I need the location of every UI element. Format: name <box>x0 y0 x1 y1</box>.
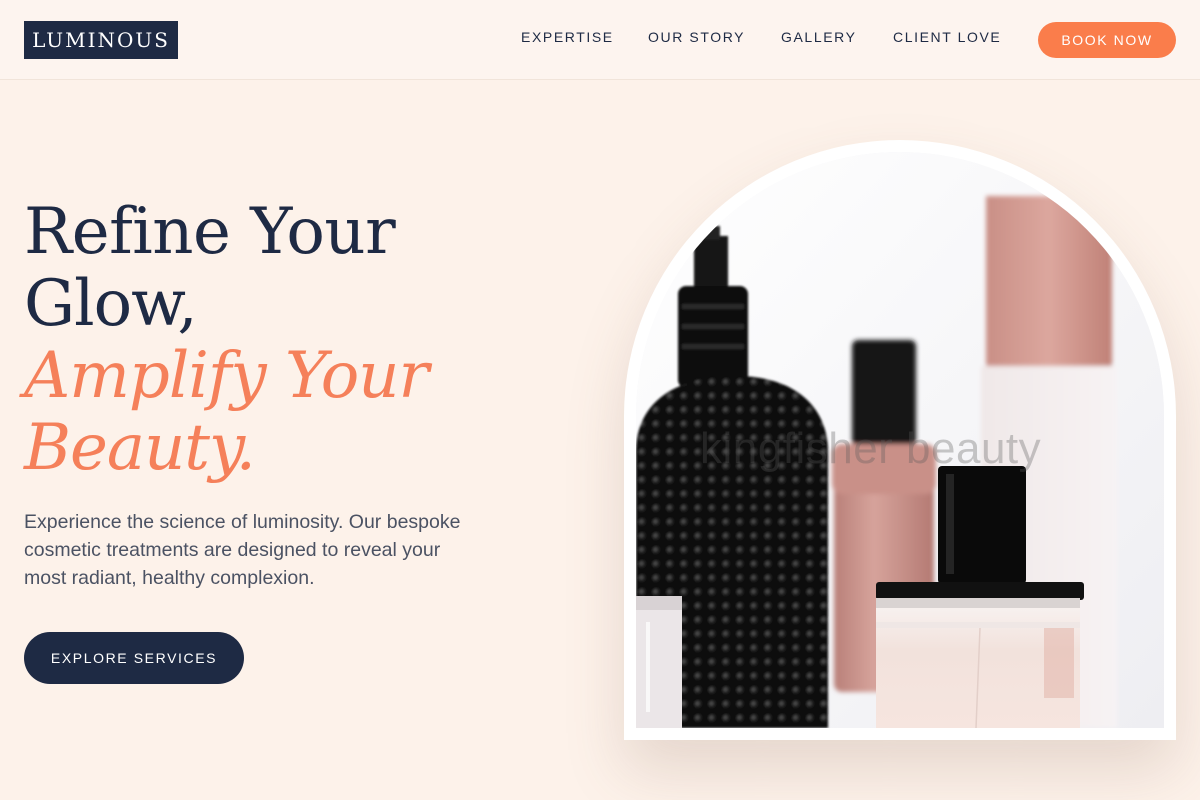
explore-services-button[interactable]: EXPLORE SERVICES <box>24 632 244 684</box>
nav-link-client-love[interactable]: CLIENT LOVE <box>893 29 1001 47</box>
nav-link-expertise[interactable]: EXPERTISE <box>521 29 614 47</box>
bottle-glass-left <box>636 596 682 728</box>
headline-line-2: Glow, <box>24 267 198 341</box>
hero-product-photo: kingfisher beauty <box>636 152 1164 728</box>
headline-accent-line-2: Beauty. <box>24 411 256 485</box>
book-now-button[interactable]: BOOK NOW <box>1038 22 1176 58</box>
hero-headline: Refine Your Glow, Amplify Your Beauty. <box>24 196 584 484</box>
nav-link-gallery[interactable]: GALLERY <box>781 29 857 47</box>
nav-link-our-story[interactable]: OUR STORY <box>648 29 745 47</box>
headline-line-1: Refine Your <box>24 195 396 269</box>
image-watermark: kingfisher beauty <box>700 424 1042 473</box>
hero-image-frame: kingfisher beauty <box>624 140 1176 740</box>
hero-description: Experience the science of luminosity. Ou… <box>24 511 461 589</box>
site-header: LUMINOUS EXPERTISE OUR STORY GALLERY CLI… <box>0 0 1200 80</box>
headline-accent-line-1: Amplify Your <box>24 339 429 413</box>
logo[interactable]: LUMINOUS <box>24 21 178 59</box>
